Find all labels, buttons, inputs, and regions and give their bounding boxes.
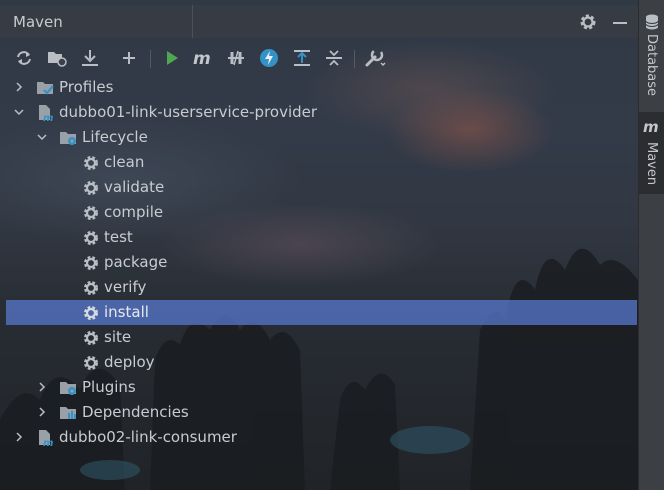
gear-icon	[84, 256, 98, 270]
lifecycle-goal-deploy[interactable]: deploy	[0, 350, 638, 375]
lightning-icon	[260, 49, 278, 67]
sidebar-tab-label: Database	[644, 34, 659, 97]
tree-node-label: package	[104, 253, 168, 271]
minimize-icon[interactable]	[613, 22, 627, 24]
gear-icon[interactable]	[578, 12, 598, 32]
maven-settings-button[interactable]	[363, 46, 387, 70]
title-bar: Maven	[0, 5, 638, 38]
svg-text:m: m	[193, 50, 211, 66]
lifecycle-goal-compile[interactable]: compile	[0, 200, 638, 225]
collapse-all-button[interactable]	[322, 46, 346, 70]
maven-tool-window: Maven m Profiles m dubbo01-link-userserv…	[0, 0, 664, 490]
tree-node-lifecycle[interactable]: Lifecycle	[0, 125, 638, 150]
lifecycle-goal-test[interactable]: test	[0, 225, 638, 250]
title-divider	[192, 5, 193, 38]
lifecycle-goal-verify[interactable]: verify	[0, 275, 638, 300]
tree-node-label: verify	[104, 278, 147, 296]
plus-icon	[123, 52, 135, 64]
right-tool-window-bar: Database m Maven	[638, 0, 664, 490]
tree-node-label: clean	[104, 153, 145, 171]
lifecycle-goal-clean[interactable]: clean	[0, 150, 638, 175]
tree-node-label: test	[104, 228, 133, 246]
gear-icon	[84, 231, 98, 245]
gear-icon	[84, 356, 98, 370]
add-maven-project-button[interactable]	[117, 46, 141, 70]
reload-all-projects-button[interactable]	[12, 46, 36, 70]
tree-node-project[interactable]: m dubbo01-link-userservice-provider	[0, 100, 638, 125]
tree-node-label: Dependencies	[82, 403, 189, 421]
show-dependencies-button[interactable]	[290, 46, 314, 70]
tree-node-label: Profiles	[59, 78, 114, 96]
maven-project-icon: m	[39, 105, 53, 122]
execute-maven-goal-button[interactable]: m	[191, 46, 215, 70]
tree-node-profiles[interactable]: Profiles	[0, 75, 638, 100]
download-icon	[82, 50, 98, 66]
toggle-offline-mode-button[interactable]	[224, 46, 248, 70]
chevron-down-icon[interactable]	[14, 107, 24, 117]
tree-node-label: dubbo01-link-userservice-provider	[59, 103, 318, 121]
collapse-all-icon	[326, 50, 342, 66]
gear-icon	[84, 331, 98, 345]
maven-project-icon: m	[39, 430, 53, 447]
skip-tests-mode-button[interactable]	[257, 46, 281, 70]
expand-all-icon	[294, 50, 310, 66]
plugins-folder-icon	[60, 382, 76, 395]
tree-node-label: deploy	[104, 353, 155, 371]
chevron-down-icon[interactable]	[37, 132, 47, 142]
tree-node-label: site	[104, 328, 132, 346]
gear-icon	[84, 206, 98, 220]
lifecycle-folder-icon	[60, 132, 76, 145]
maven-m-icon: m	[193, 50, 211, 66]
wrench-icon	[365, 48, 386, 67]
lifecycle-goal-site[interactable]: site	[0, 325, 638, 350]
download-sources-button[interactable]	[78, 46, 102, 70]
toolbar-separator	[354, 50, 355, 68]
tree-node-dependencies[interactable]: Dependencies	[0, 400, 638, 425]
offline-icon	[228, 50, 244, 66]
dependencies-folder-icon	[60, 407, 76, 419]
chevron-right-icon[interactable]	[37, 382, 47, 392]
tree-node-label: Lifecycle	[82, 128, 148, 146]
lifecycle-goal-package[interactable]: package	[0, 250, 638, 275]
profiles-folder-icon	[37, 82, 54, 95]
maven-toolbar: m	[0, 42, 638, 74]
tree-node-label: validate	[104, 178, 165, 196]
gear-icon	[84, 306, 98, 320]
window-title: Maven	[13, 13, 63, 31]
run-maven-build-button[interactable]	[160, 46, 184, 70]
generate-sources-button[interactable]	[45, 46, 69, 70]
sidebar-tab-label: Maven	[644, 142, 659, 186]
toolbar-separator	[150, 50, 151, 68]
sidebar-tab-maven[interactable]: m Maven	[639, 112, 664, 194]
database-icon	[645, 14, 659, 30]
svg-text:m: m	[643, 118, 659, 134]
svg-text:m: m	[43, 113, 53, 122]
tree-node-label: compile	[104, 203, 164, 221]
chevron-right-icon[interactable]	[14, 432, 24, 442]
chevron-right-icon[interactable]	[37, 407, 47, 417]
lifecycle-goal-validate[interactable]: validate	[0, 175, 638, 200]
tree-node-label: install	[104, 303, 149, 321]
maven-m-icon: m	[643, 118, 659, 134]
svg-text:m: m	[43, 438, 53, 447]
tree-node-label: dubbo02-link-consumer	[59, 428, 237, 446]
gear-icon	[84, 281, 98, 295]
refresh-icon	[17, 51, 31, 65]
lifecycle-goal-install[interactable]: install	[6, 300, 637, 325]
folder-refresh-icon	[48, 52, 67, 67]
sidebar-tab-database[interactable]: Database	[639, 10, 664, 100]
gear-icon	[84, 156, 98, 170]
tree-node-project[interactable]: m dubbo02-link-consumer	[0, 425, 638, 450]
tree-node-label: Plugins	[82, 378, 136, 396]
gear-icon	[84, 181, 98, 195]
chevron-right-icon[interactable]	[14, 82, 24, 92]
run-icon	[167, 51, 178, 65]
tree-node-plugins[interactable]: Plugins	[0, 375, 638, 400]
